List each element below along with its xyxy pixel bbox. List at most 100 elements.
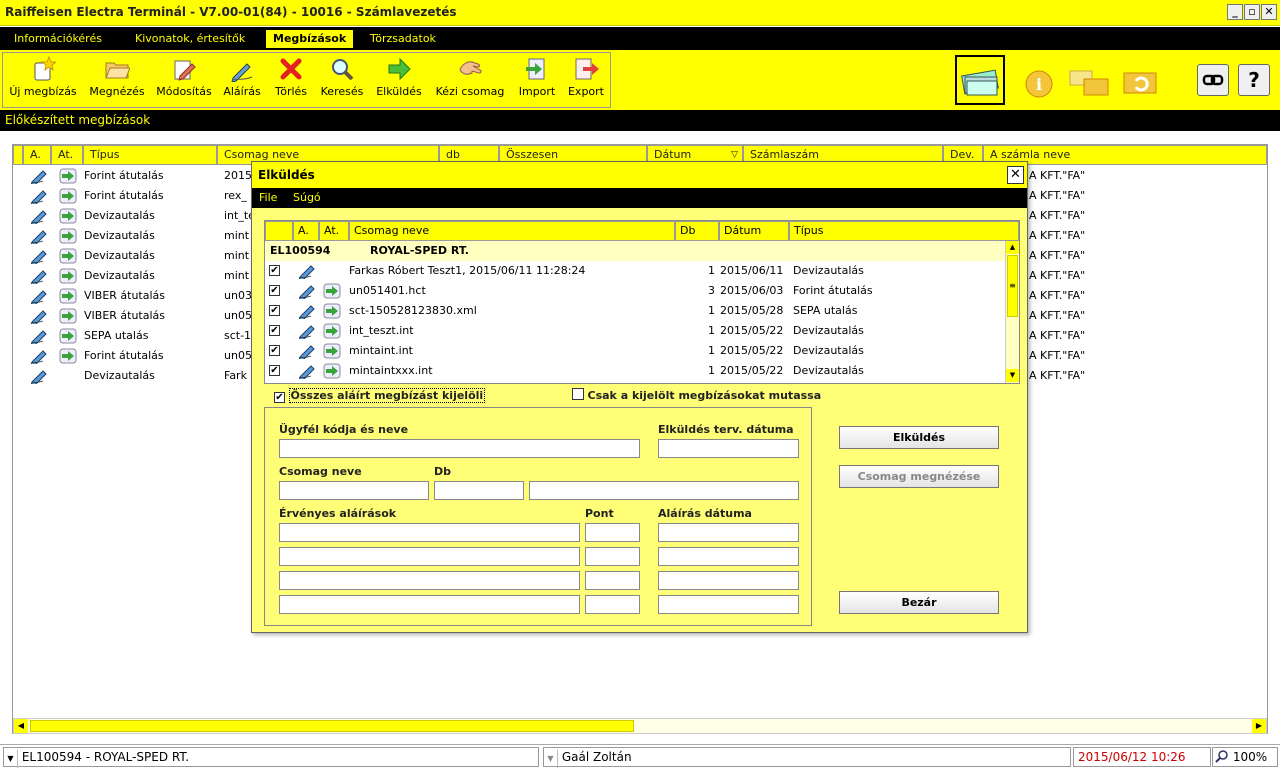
accounts-tool-button[interactable] — [955, 55, 1005, 105]
col-header-a[interactable]: A. — [293, 221, 319, 241]
delete-button[interactable]: Törlés — [270, 54, 312, 104]
attachment-arrow-icon — [323, 323, 341, 342]
info-tool-button[interactable]: i — [1012, 55, 1062, 105]
row-date: 2015/05/22 — [720, 344, 784, 357]
signature-field[interactable] — [279, 547, 580, 566]
sig-date-field[interactable] — [658, 571, 799, 590]
col-header-db[interactable]: Db — [675, 221, 719, 241]
minimize-button[interactable]: _ — [1227, 4, 1243, 20]
package-row[interactable]: ✔ int_teszt.int 1 2015/05/22 Devizautalás — [265, 321, 1005, 342]
row-checkbox[interactable]: ✔ — [269, 285, 280, 296]
folders-tool-button[interactable] — [1064, 55, 1114, 105]
user-selector[interactable]: ▼ Gaál Zoltán — [543, 747, 1071, 768]
col-header-tipus[interactable]: Típus — [789, 221, 1019, 241]
zoom-control[interactable]: 100% — [1212, 747, 1278, 767]
col-header-at[interactable]: At. — [51, 145, 83, 165]
account-selector[interactable]: ▼ EL100594 - ROYAL-SPED RT. — [3, 747, 539, 768]
signature-field[interactable] — [279, 523, 580, 542]
view-package-button[interactable]: Csomag megnézése — [839, 465, 999, 488]
scroll-thumb[interactable] — [30, 720, 634, 732]
sync-tool-button[interactable] — [1116, 55, 1166, 105]
signature-field[interactable] — [279, 595, 580, 614]
manual-package-button[interactable]: Kézi csomag — [431, 54, 509, 104]
restore-button[interactable]: ▫ — [1244, 4, 1260, 20]
package-row[interactable]: ✔ mintaint.int 1 2015/05/22 Devizautalás — [265, 341, 1005, 362]
magnifier-icon — [332, 59, 354, 81]
row-checkbox[interactable]: ✔ — [269, 305, 280, 316]
link-button[interactable] — [1197, 64, 1229, 96]
folder-open-icon — [105, 62, 130, 79]
package-group-row[interactable]: EL100594 ROYAL-SPED RT. — [265, 241, 1005, 261]
new-order-button[interactable]: Új megbízás — [6, 54, 80, 104]
package-row[interactable]: ✔ un051401.hct 3 2015/06/03 Forint átutalás — [265, 281, 1005, 302]
signature-field[interactable] — [279, 571, 580, 590]
dialog-menu-sugo[interactable]: Súgó — [293, 190, 321, 206]
amount-field[interactable] — [529, 481, 799, 500]
row-package: 2015 — [224, 169, 252, 182]
point-field[interactable] — [585, 523, 640, 542]
menu-kivonatok[interactable]: Kivonatok, értesítők — [128, 30, 252, 48]
signature-pen-icon — [29, 188, 51, 208]
send-date-field[interactable] — [658, 439, 799, 458]
col-header-at[interactable]: At. — [319, 221, 349, 241]
row-date: 2015/05/22 — [720, 364, 784, 377]
help-button[interactable]: ? — [1238, 64, 1270, 96]
row-checkbox[interactable]: ✔ — [269, 365, 280, 376]
dialog-close-button[interactable]: ✕ — [1007, 166, 1024, 184]
import-button[interactable]: Import — [514, 54, 560, 104]
row-type: VIBER átutalás — [84, 309, 166, 322]
sig-date-field[interactable] — [658, 547, 799, 566]
close-window-button[interactable]: ✕ — [1261, 4, 1277, 20]
row-account-name: A KFT."FA" — [1029, 329, 1086, 342]
scroll-down-icon[interactable]: ▼ — [1006, 369, 1019, 382]
col-header-datum[interactable]: Dátum — [719, 221, 789, 241]
db-field[interactable] — [434, 481, 524, 500]
package-vertical-scrollbar[interactable]: ▲ ≡ ▼ — [1005, 241, 1019, 383]
dialog-menu-file[interactable]: File — [259, 190, 277, 206]
row-checkbox[interactable]: ✔ — [269, 345, 280, 356]
modify-button[interactable]: Módosítás — [152, 54, 216, 104]
close-dialog-button[interactable]: Bezár — [839, 591, 999, 614]
export-button[interactable]: Export — [564, 54, 608, 104]
search-button[interactable]: Keresés — [316, 54, 368, 104]
client-field[interactable] — [279, 439, 640, 458]
point-field[interactable] — [585, 571, 640, 590]
row-account-name: A KFT."FA" — [1029, 349, 1086, 362]
menu-informaciokeres[interactable]: Információkérés — [7, 30, 109, 48]
row-type: Devizautalás — [793, 344, 864, 357]
sig-date-field[interactable] — [658, 595, 799, 614]
package-row[interactable]: ✔ sct-150528123830.xml 1 2015/05/28 SEPA uta… — [265, 301, 1005, 322]
view-button[interactable]: Megnézés — [86, 54, 148, 104]
point-field[interactable] — [585, 595, 640, 614]
row-checkbox[interactable]: ✔ — [269, 325, 280, 336]
select-all-signed-checkbox[interactable]: ✔ Összes aláírt megbízást kijelöli — [274, 388, 486, 406]
menu-torzsadatok[interactable]: Törzsadatok — [363, 30, 443, 48]
col-header-tipus[interactable]: Típus — [83, 145, 217, 165]
sign-button[interactable]: Aláírás — [220, 54, 264, 104]
col-header-csomag[interactable]: Csomag neve — [349, 221, 675, 241]
row-checkbox[interactable]: ✔ — [269, 265, 280, 276]
row-account-name: A KFT."FA" — [1029, 289, 1086, 302]
sig-date-field[interactable] — [658, 523, 799, 542]
signature-pen-icon — [297, 283, 319, 302]
package-row[interactable]: ✔ mintaintxxx.int 1 2015/05/22 Devizautalás — [265, 361, 1005, 382]
main-menu-bar: Információkérés Kivonatok, értesítők Meg… — [0, 27, 1280, 50]
show-selected-check[interactable] — [572, 388, 584, 400]
select-all-check[interactable]: ✔ — [274, 392, 285, 403]
send-button[interactable]: Elküldés — [373, 54, 425, 104]
row-account-name: A KFT."FA" — [1029, 229, 1086, 242]
send-package-button[interactable]: Elküldés — [839, 426, 999, 449]
show-selected-checkbox[interactable]: Csak a kijelölt megbízásokat mutassa — [572, 388, 821, 406]
scroll-up-icon[interactable]: ▲ — [1006, 241, 1019, 254]
pkg-name-field[interactable] — [279, 481, 429, 500]
view-label: Megnézés — [89, 85, 145, 98]
scroll-left-icon[interactable]: ◀ — [14, 719, 28, 733]
menu-megbizasok[interactable]: Megbízások — [266, 30, 354, 48]
package-row[interactable]: ✔ Farkas Róbert Teszt1, 2015/06/11 11:28:… — [265, 261, 1005, 282]
signature-pen-icon — [29, 208, 51, 228]
scroll-thumb[interactable]: ≡ — [1007, 255, 1018, 317]
horizontal-scrollbar[interactable]: ◀ ▶ — [13, 718, 1267, 734]
point-field[interactable] — [585, 547, 640, 566]
col-header-a[interactable]: A. — [23, 145, 51, 165]
scroll-right-icon[interactable]: ▶ — [1252, 719, 1266, 733]
